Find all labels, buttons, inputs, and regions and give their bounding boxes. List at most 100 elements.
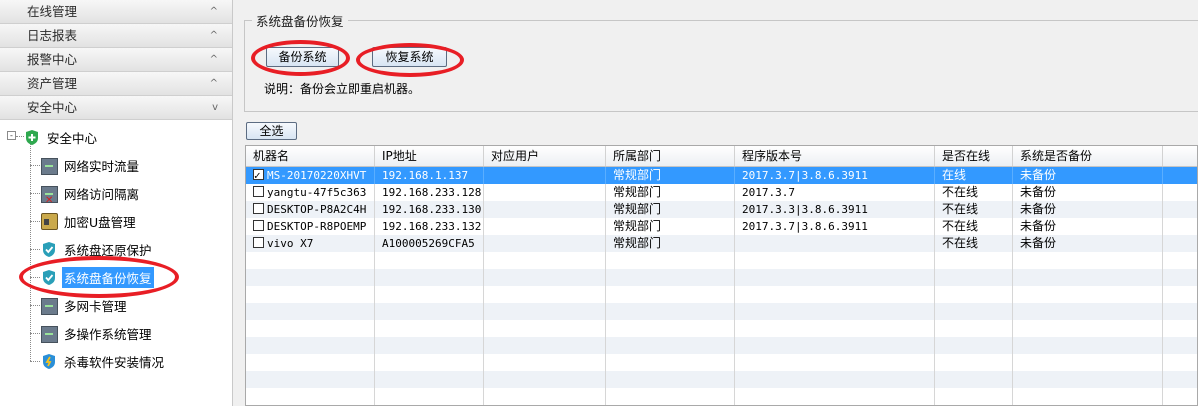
monitor-icon — [41, 297, 58, 315]
row-checkbox[interactable] — [253, 237, 264, 248]
row-checkbox[interactable] — [253, 186, 264, 197]
cell-user — [484, 218, 606, 235]
column-header[interactable]: IP地址 — [375, 146, 484, 166]
column-header[interactable]: 是否在线 — [935, 146, 1013, 166]
tree-item-label: 系统盘还原保护 — [64, 242, 152, 258]
cell-machine-name: vivo X7 — [267, 237, 314, 250]
table-row[interactable]: DESKTOP-P8A2C4H 192.168.233.130 常规部门 201… — [246, 201, 1197, 218]
empty-row — [246, 303, 1197, 320]
tree-item-label: 加密U盘管理 — [64, 214, 136, 230]
column-header[interactable]: 所属部门 — [606, 146, 735, 166]
column-header[interactable]: 程序版本号 — [735, 146, 935, 166]
cell-online: 不在线 — [935, 201, 1013, 218]
shield-check-icon — [24, 129, 41, 146]
tree-item-network-isolation[interactable]: 网络访问隔离 — [30, 182, 141, 205]
cell-ip: A100005269CFA5 — [375, 235, 484, 252]
empty-row — [246, 269, 1197, 286]
chevron-up-icon: ^ — [209, 30, 218, 41]
restore-system-button[interactable]: 恢复系统 — [372, 47, 447, 67]
sidebar-section-label: 安全中心 — [27, 100, 78, 115]
groupbox-title: 系统盘备份恢复 — [252, 11, 348, 30]
sidebar-section-online[interactable]: 在线管理 ^ — [0, 0, 232, 24]
sidebar-section-logs[interactable]: 日志报表 ^ — [0, 24, 232, 48]
empty-row — [246, 337, 1197, 354]
chevron-down-icon: v — [212, 102, 218, 113]
sidebar-section-label: 日志报表 — [27, 28, 78, 43]
cell-backup: 未备份 — [1013, 201, 1163, 218]
cell-user — [484, 235, 606, 252]
chevron-up-icon: ^ — [209, 78, 218, 89]
backup-system-button[interactable]: 备份系统 — [266, 47, 339, 67]
table-row[interactable]: yangtu-47f5c363 192.168.233.128 常规部门 201… — [246, 184, 1197, 201]
cell-ip: 192.168.233.128 — [375, 184, 484, 201]
table-row[interactable]: MS-20170220XHVT 192.168.1.137 常规部门 2017.… — [246, 167, 1197, 184]
tree-root-security[interactable]: 安全中心 — [24, 126, 99, 148]
tree-item-label: 多操作系统管理 — [64, 326, 152, 342]
monitor-icon — [41, 325, 58, 343]
tree-item-label: 网络实时流量 — [64, 158, 140, 174]
chevron-up-icon: ^ — [209, 6, 218, 17]
cell-version: 2017.3.3|3.8.6.3911 — [735, 201, 935, 218]
table-header: 机器名 IP地址 对应用户 所属部门 程序版本号 是否在线 系统是否备份 — [246, 146, 1197, 167]
cell-user — [484, 201, 606, 218]
app-window: 在线管理 ^ 日志报表 ^ 报警中心 ^ 资产管理 ^ 安全中心 v - 安全中心 网络实… — [0, 0, 1198, 406]
column-header[interactable]: 系统是否备份 — [1013, 146, 1163, 166]
cell-online: 不在线 — [935, 235, 1013, 252]
cell-version: 2017.3.7|3.8.6.3911 — [735, 218, 935, 235]
cell-dept: 常规部门 — [606, 167, 735, 184]
tree-item-encrypted-usb[interactable]: 加密U盘管理 — [30, 210, 138, 232]
row-checkbox[interactable] — [253, 203, 264, 214]
tree-item-label: 网络访问隔离 — [64, 186, 140, 202]
cell-version: 2017.3.7|3.8.6.3911 — [735, 167, 935, 184]
cell-online: 不在线 — [935, 184, 1013, 201]
select-all-button[interactable]: 全选 — [246, 122, 297, 140]
empty-row — [246, 320, 1197, 337]
sidebar-section-label: 资产管理 — [27, 76, 78, 91]
cell-backup: 未备份 — [1013, 167, 1163, 184]
tree-item-multi-os[interactable]: 多操作系统管理 — [30, 322, 154, 344]
cell-ip: 192.168.1.137 — [375, 167, 484, 184]
sidebar-section-security[interactable]: 安全中心 v — [0, 96, 232, 120]
usb-lock-icon — [41, 212, 58, 230]
sidebar-section-alerts[interactable]: 报警中心 ^ — [0, 48, 232, 72]
tree-item-multi-nic[interactable]: 多网卡管理 — [30, 294, 129, 316]
cell-online: 不在线 — [935, 218, 1013, 235]
tree-collapse-toggle[interactable]: - — [7, 131, 16, 140]
cell-backup: 未备份 — [1013, 184, 1163, 201]
backup-note: 说明：备份会立即重启机器。 — [264, 82, 421, 96]
tree-root-label: 安全中心 — [47, 130, 98, 146]
shield-icon — [41, 269, 58, 286]
column-header[interactable]: 机器名 — [246, 146, 375, 166]
tree-connector — [30, 143, 31, 361]
cell-machine-name: DESKTOP-P8A2C4H — [267, 203, 367, 216]
network-block-icon — [41, 185, 58, 205]
tree-item-realtime-traffic[interactable]: 网络实时流量 — [30, 154, 141, 176]
cell-online: 在线 — [935, 167, 1013, 184]
tree-item-label: 多网卡管理 — [64, 298, 127, 314]
cell-version — [735, 235, 935, 252]
shield-icon — [41, 241, 58, 258]
column-header-filler — [1163, 146, 1197, 166]
cell-dept: 常规部门 — [606, 235, 735, 252]
tree-item-backup-restore[interactable]: 系统盘备份恢复 — [30, 266, 154, 288]
column-header[interactable]: 对应用户 — [484, 146, 606, 166]
tree-item-label: 杀毒软件安装情况 — [64, 354, 165, 370]
row-checkbox[interactable] — [253, 167, 264, 184]
table-row[interactable]: vivo X7 A100005269CFA5 常规部门 不在线 未备份 — [246, 235, 1197, 252]
shield-warning-icon — [41, 353, 58, 370]
tree-item-restore-protection[interactable]: 系统盘还原保护 — [30, 238, 154, 260]
empty-row — [246, 286, 1197, 303]
chevron-up-icon: ^ — [209, 54, 218, 65]
row-checkbox[interactable] — [253, 220, 264, 231]
cell-dept: 常规部门 — [606, 218, 735, 235]
empty-row — [246, 388, 1197, 405]
empty-row — [246, 252, 1197, 269]
sidebar-section-assets[interactable]: 资产管理 ^ — [0, 72, 232, 96]
tree-item-label: 系统盘备份恢复 — [62, 266, 154, 288]
cell-user — [484, 184, 606, 201]
table-row[interactable]: DESKTOP-R8POEMP 192.168.233.132 常规部门 201… — [246, 218, 1197, 235]
cell-ip: 192.168.233.132 — [375, 218, 484, 235]
sidebar-section-label: 在线管理 — [27, 4, 78, 19]
cell-dept: 常规部门 — [606, 184, 735, 201]
tree-item-antivirus[interactable]: 杀毒软件安装情况 — [30, 350, 166, 372]
